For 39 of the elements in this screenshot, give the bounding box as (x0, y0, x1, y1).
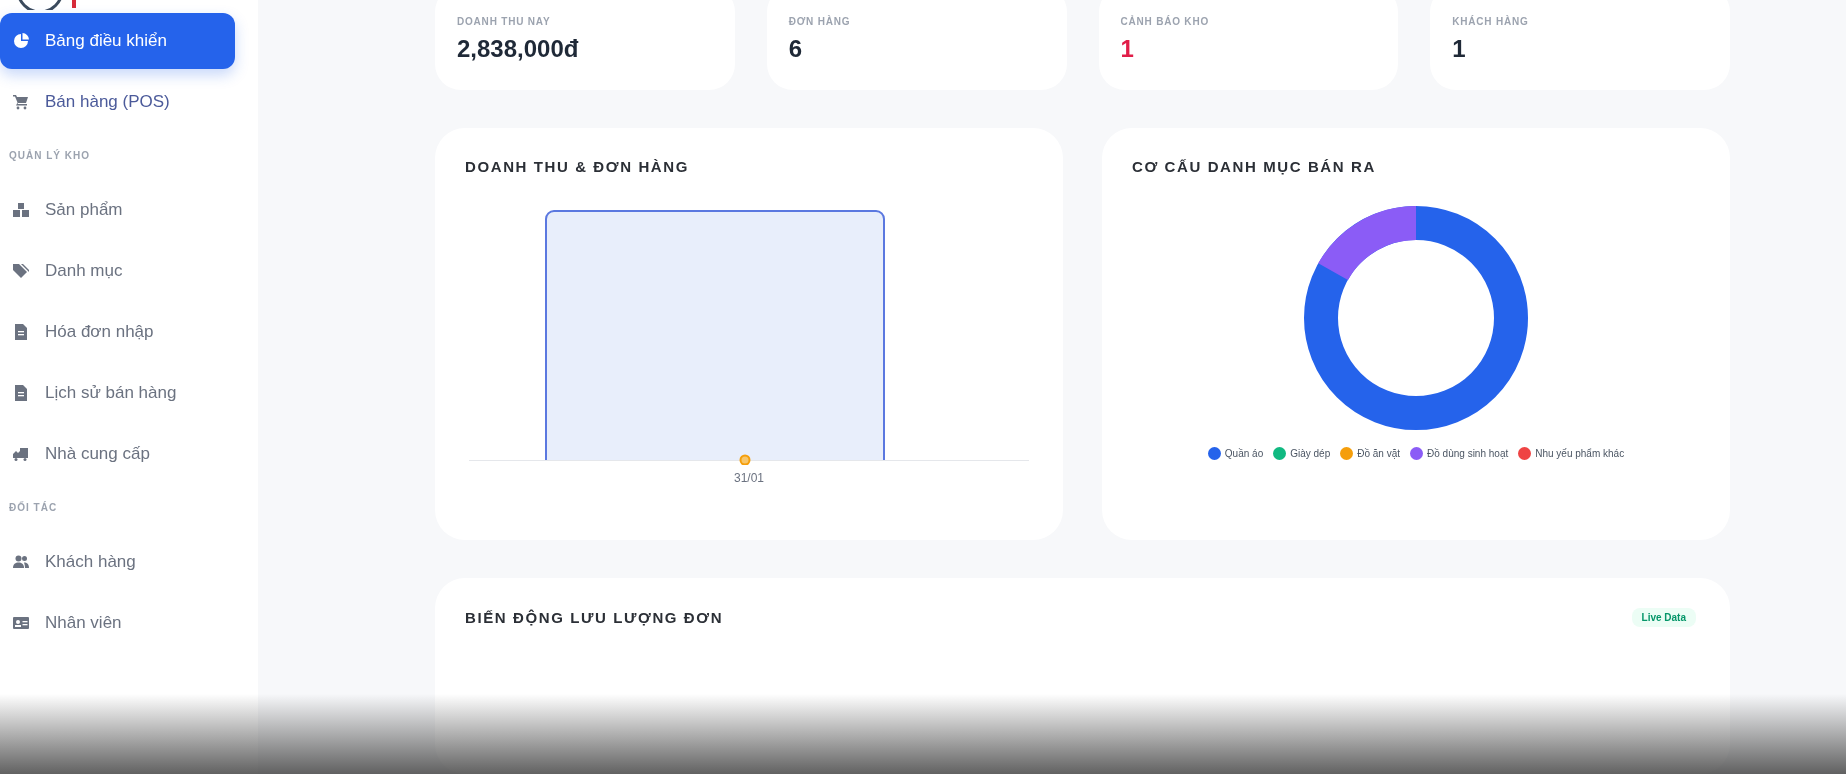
boxes-icon (13, 201, 29, 218)
truck-icon (13, 445, 29, 462)
nav-item[interactable]: Bán hàng (POS) (0, 73, 235, 130)
nav-item[interactable]: Nhà cung cấp (0, 425, 235, 482)
doc-icon (13, 323, 29, 340)
nav-item[interactable]: Sản phẩm (0, 181, 235, 238)
users-icon (13, 553, 29, 570)
stat-label: DOANH THU NAY (457, 16, 552, 27)
doc-icon (13, 384, 29, 401)
status-badge: Live Data (1631, 608, 1696, 627)
chart-title: DOANH THU & ĐƠN HÀNG (465, 158, 690, 175)
stat-value: 6 (788, 35, 804, 63)
nav-item[interactable]: Bảng điều khiển (0, 12, 235, 69)
cart-icon (13, 93, 29, 110)
nav-item[interactable]: Nhân viên (0, 594, 235, 651)
stat-value: 1 (1120, 35, 1135, 63)
nav-item[interactable]: Danh mục (0, 242, 235, 299)
section-heading: QUẢN LÝ KHO (8, 148, 91, 163)
stat-label: CẢNH BÁO KHO (1120, 16, 1210, 27)
stat-label: ĐƠN HÀNG (788, 16, 852, 27)
section-heading: ĐỐI TÁC (8, 500, 59, 515)
pie-icon (13, 32, 29, 49)
legend-label: Giày dép (1290, 448, 1331, 459)
legend-label: Quần áo (1224, 448, 1264, 459)
legend-label: Đồ dùng sinh hoạt (1427, 448, 1509, 459)
card-icon (13, 614, 29, 631)
stat-value: 1 (1452, 35, 1467, 63)
tags-icon (13, 262, 29, 279)
nav-item[interactable]: Hóa đơn nhập (0, 303, 235, 360)
axis-label: 31/01 (734, 471, 764, 485)
point-icon (739, 454, 751, 465)
chart-title: BIẾN ĐỘNG LƯU LƯỢNG ĐƠN (465, 609, 724, 626)
nav-item[interactable]: Lịch sử bán hàng (0, 364, 235, 421)
nav-item[interactable]: Khách hàng (0, 533, 235, 590)
legend-label: Đồ ăn vặt (1357, 448, 1401, 459)
stat-value: 2,838,000đ (457, 35, 580, 63)
stat-label: KHÁCH HÀNG (1452, 16, 1530, 27)
legend-label: Nhu yếu phẩm khác (1535, 448, 1625, 459)
chart-title: CƠ CẤU DANH MỤC BÁN RA (1132, 158, 1377, 175)
